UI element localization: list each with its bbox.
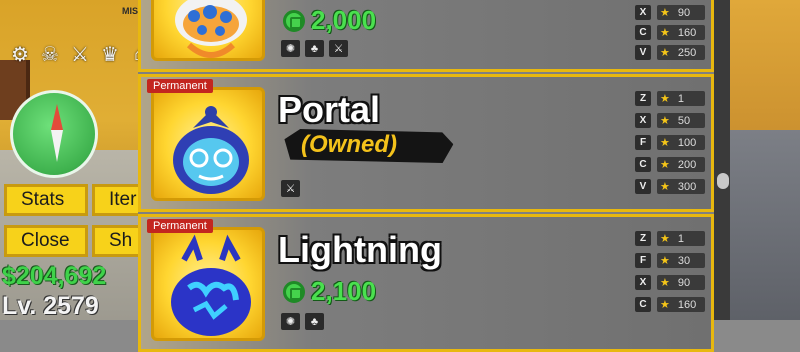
crew-icon[interactable]: ♛ — [98, 42, 122, 66]
price-value: 2,100 — [311, 276, 377, 306]
melee-icon: ✺ — [281, 313, 300, 330]
move-key: C — [635, 157, 651, 172]
compass-needle-south — [51, 130, 63, 162]
move-level: ★ 30 — [657, 253, 705, 268]
star-icon: ★ — [660, 115, 670, 127]
right-block — [720, 130, 800, 320]
move-key: V — [635, 45, 651, 60]
shop-item[interactable]: Permanent Lightning 2,100 ✺ ♣ Z ★ 1 F ★ 30… — [138, 214, 714, 352]
move-level: ★ 1 — [657, 91, 705, 106]
move-key: V — [635, 179, 651, 194]
ability-icons: ✺ ♣ ⚔ — [281, 40, 348, 57]
star-icon: ★ — [660, 137, 670, 149]
items-button[interactable]: Iter — [92, 184, 142, 216]
hud-top-text: MIS — [122, 6, 139, 16]
beli-coin-icon — [283, 280, 305, 303]
move-key: Z — [635, 91, 651, 106]
move-row: C ★ 160 — [635, 297, 705, 312]
fruit-image — [151, 227, 265, 341]
fruit-image — [151, 87, 265, 201]
move-key: F — [635, 253, 651, 268]
price-value: 2,000 — [311, 5, 377, 35]
sword-icon: ⚔ — [329, 40, 348, 57]
melee-icon: ✺ — [281, 40, 300, 57]
star-icon: ★ — [660, 93, 670, 105]
star-icon: ★ — [660, 47, 670, 59]
sword-icon: ⚔ — [281, 180, 300, 197]
fruit-icon: ♣ — [305, 40, 324, 57]
scroll-thumb[interactable] — [717, 173, 729, 189]
fruit-image — [151, 0, 265, 61]
beli-coin-icon — [283, 9, 305, 32]
move-key: C — [635, 25, 651, 40]
stats-button[interactable]: Stats — [4, 184, 88, 216]
star-icon: ★ — [660, 299, 670, 311]
move-row: Z ★ 1 — [635, 91, 705, 106]
swords-icon[interactable]: ⚔ — [68, 42, 92, 66]
move-row: V ★ 250 — [635, 45, 705, 60]
gear-icon[interactable]: ⚙ — [8, 42, 32, 66]
star-icon: ★ — [660, 27, 670, 39]
star-icon: ★ — [660, 159, 670, 171]
move-level: ★ 100 — [657, 135, 705, 150]
price: 2,100 — [283, 276, 376, 307]
move-key: Z — [635, 231, 651, 246]
fruit-name: Portal — [278, 89, 381, 130]
compass-needle-north — [51, 104, 63, 130]
move-key: X — [635, 5, 651, 20]
move-row: X ★ 90 — [635, 275, 705, 290]
star-icon: ★ — [660, 277, 670, 289]
permanent-badge: Permanent — [147, 79, 213, 93]
hud-icon-bar: ⚙ ☠ ⚔ ♛ ⌂ — [8, 42, 152, 66]
permanent-badge: Permanent — [147, 219, 213, 233]
move-level: ★ 200 — [657, 157, 705, 172]
skull-crossbones-icon[interactable]: ☠ — [38, 42, 62, 66]
move-level: ★ 90 — [657, 5, 705, 20]
fruit-name: Lightning — [278, 229, 442, 270]
shop-item[interactable]: 2,000 ✺ ♣ ⚔ X ★ 90 C ★ 160 V ★ 250 — [138, 0, 714, 72]
move-level: ★ 250 — [657, 45, 705, 60]
move-level: ★ 300 — [657, 179, 705, 194]
move-row: F ★ 30 — [635, 253, 705, 268]
move-key: X — [635, 275, 651, 290]
owned-status: (Owned) — [301, 131, 397, 158]
scrollbar[interactable] — [714, 0, 730, 320]
move-level: ★ 160 — [657, 297, 705, 312]
move-level: ★ 50 — [657, 113, 705, 128]
move-level: ★ 90 — [657, 275, 705, 290]
move-row: C ★ 200 — [635, 157, 705, 172]
move-key: X — [635, 113, 651, 128]
star-icon: ★ — [660, 233, 670, 245]
close-button[interactable]: Close — [4, 225, 88, 257]
move-key: C — [635, 297, 651, 312]
move-level: ★ 160 — [657, 25, 705, 40]
move-row: X ★ 50 — [635, 113, 705, 128]
move-level: ★ 1 — [657, 231, 705, 246]
move-row: C ★ 160 — [635, 25, 705, 40]
fruit-icon: ♣ — [305, 313, 324, 330]
move-row: Z ★ 1 — [635, 231, 705, 246]
level-display: Lv. 2579 — [2, 292, 99, 320]
move-key: F — [635, 135, 651, 150]
move-row: X ★ 90 — [635, 5, 705, 20]
shop-item[interactable]: Permanent Portal (Owned) ⚔ Z ★ 1 X ★ 50 F … — [138, 74, 714, 212]
ability-icons: ⚔ — [281, 180, 300, 197]
move-row: V ★ 300 — [635, 179, 705, 194]
price: 2,000 — [283, 5, 376, 36]
shop-button[interactable]: Sh — [92, 225, 142, 257]
star-icon: ★ — [660, 255, 670, 267]
star-icon: ★ — [660, 181, 670, 193]
star-icon: ★ — [660, 7, 670, 19]
money-display: $204,692 — [2, 262, 107, 290]
ability-icons: ✺ ♣ — [281, 313, 324, 330]
move-row: F ★ 100 — [635, 135, 705, 150]
